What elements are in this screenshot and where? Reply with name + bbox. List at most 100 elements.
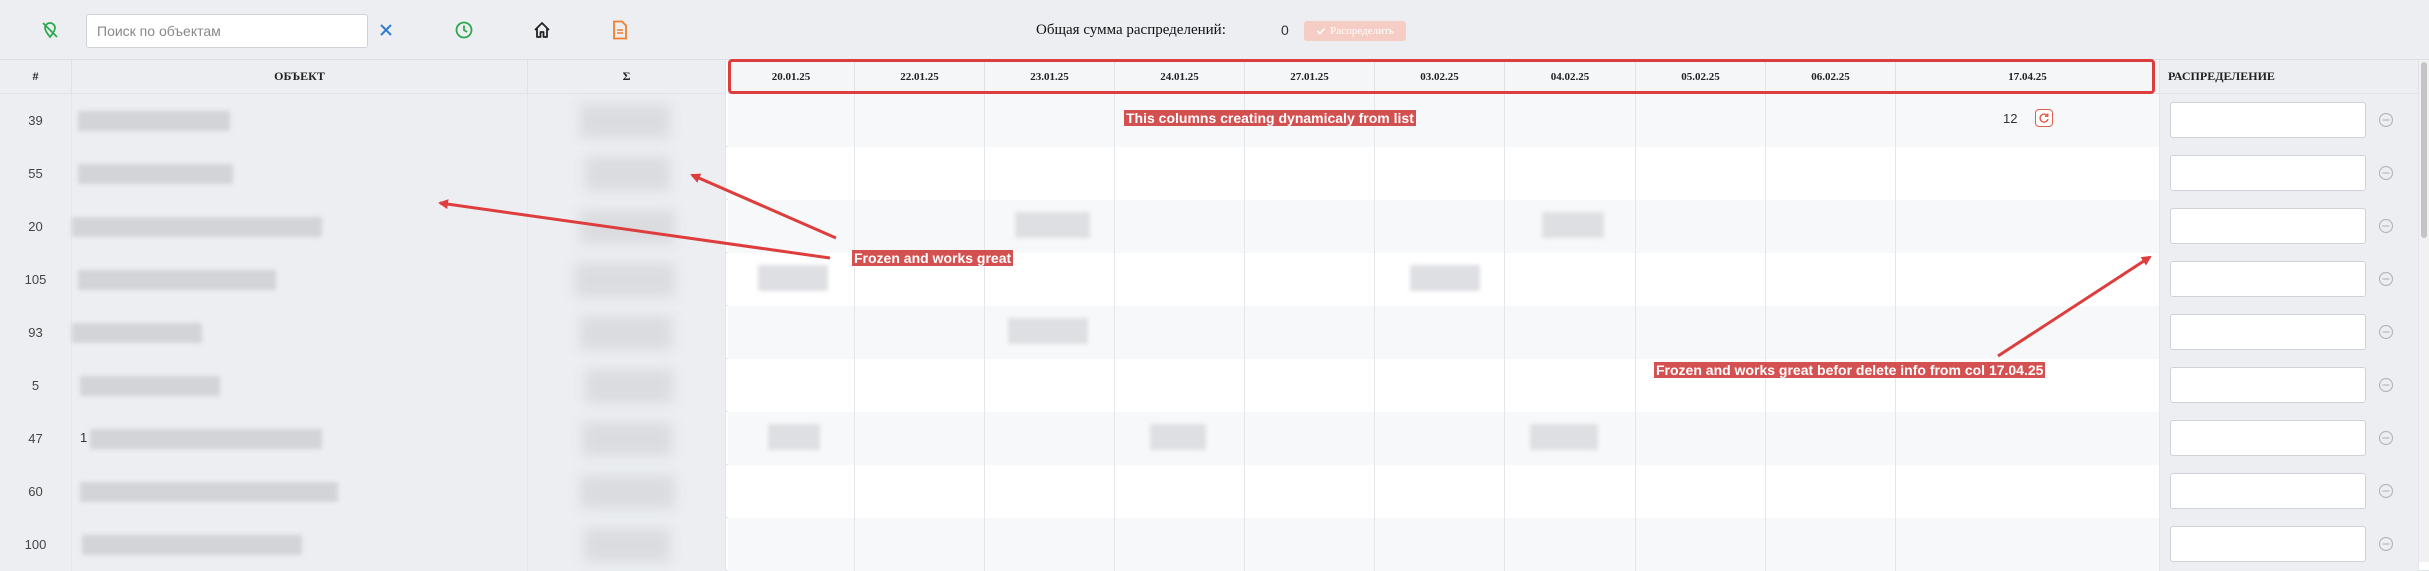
remove-circle-icon[interactable] — [2378, 165, 2394, 181]
home-icon[interactable] — [530, 18, 554, 42]
date-cell[interactable] — [1245, 147, 1375, 200]
date-cell[interactable] — [1896, 200, 2160, 253]
date-cell[interactable] — [1245, 465, 1375, 518]
date-cell[interactable] — [728, 465, 855, 518]
reset-value-icon[interactable] — [2035, 109, 2053, 127]
date-cell[interactable] — [1505, 359, 1636, 412]
date-cell[interactable] — [1896, 147, 2160, 200]
date-cell[interactable] — [855, 465, 985, 518]
map-pin-off-icon[interactable] — [38, 18, 62, 42]
date-cell[interactable] — [728, 94, 855, 147]
date-cell[interactable] — [1766, 147, 1896, 200]
date-cell[interactable] — [1636, 465, 1766, 518]
date-cell[interactable] — [1375, 359, 1505, 412]
distribution-input[interactable] — [2170, 155, 2366, 191]
date-cell[interactable] — [1766, 465, 1896, 518]
date-cell[interactable] — [1375, 200, 1505, 253]
date-cell[interactable] — [855, 518, 985, 571]
remove-circle-icon[interactable] — [2378, 324, 2394, 340]
date-cell[interactable] — [1636, 94, 1766, 147]
distribute-button[interactable]: Распределить — [1304, 21, 1406, 41]
date-cell[interactable] — [728, 147, 855, 200]
date-cell[interactable] — [1505, 94, 1636, 147]
date-cell[interactable] — [1636, 200, 1766, 253]
date-cell[interactable] — [1766, 200, 1896, 253]
date-cell[interactable] — [728, 200, 855, 253]
date-cell[interactable] — [1245, 306, 1375, 359]
table-row[interactable]: 105 — [0, 253, 2429, 306]
date-cell[interactable] — [1115, 359, 1245, 412]
date-cell[interactable] — [1375, 147, 1505, 200]
date-cell[interactable] — [1766, 412, 1896, 465]
date-cell[interactable] — [728, 359, 855, 412]
date-cell[interactable] — [1896, 518, 2160, 571]
date-cell[interactable] — [1766, 306, 1896, 359]
date-cell[interactable] — [1896, 253, 2160, 306]
table-row[interactable]: 93 — [0, 306, 2429, 359]
date-cell[interactable] — [1115, 200, 1245, 253]
date-cell[interactable] — [985, 359, 1115, 412]
table-row[interactable]: 5 — [0, 359, 2429, 412]
date-cell[interactable] — [1636, 147, 1766, 200]
remove-circle-icon[interactable] — [2378, 377, 2394, 393]
date-cell[interactable] — [1245, 518, 1375, 571]
date-cell[interactable] — [1375, 518, 1505, 571]
date-cell[interactable] — [985, 147, 1115, 200]
date-cell[interactable] — [1505, 147, 1636, 200]
date-cell[interactable] — [985, 94, 1115, 147]
date-cell[interactable] — [855, 147, 985, 200]
date-cell[interactable] — [1505, 253, 1636, 306]
date-cell[interactable] — [1245, 253, 1375, 306]
date-cell[interactable] — [1766, 253, 1896, 306]
distribution-input[interactable] — [2170, 261, 2366, 297]
remove-circle-icon[interactable] — [2378, 271, 2394, 287]
date-cell[interactable] — [855, 94, 985, 147]
remove-circle-icon[interactable] — [2378, 430, 2394, 446]
table-row[interactable]: 100 — [0, 518, 2429, 571]
table-row[interactable]: 47 1 — [0, 412, 2429, 465]
date-cell[interactable] — [1115, 306, 1245, 359]
table-row[interactable]: 60 — [0, 465, 2429, 518]
date-cell[interactable] — [985, 465, 1115, 518]
date-cell[interactable] — [1375, 465, 1505, 518]
date-cell[interactable] — [1766, 518, 1896, 571]
date-cell[interactable] — [1636, 306, 1766, 359]
date-cell[interactable] — [855, 306, 985, 359]
date-cell[interactable] — [1636, 518, 1766, 571]
date-cell[interactable] — [1636, 253, 1766, 306]
date-cell[interactable] — [1245, 200, 1375, 253]
date-cell[interactable] — [1896, 412, 2160, 465]
date-cell[interactable] — [1115, 518, 1245, 571]
distribution-input[interactable] — [2170, 526, 2366, 562]
document-icon[interactable] — [608, 18, 632, 42]
date-cell[interactable] — [1115, 147, 1245, 200]
date-cell[interactable] — [1245, 412, 1375, 465]
search-input[interactable] — [86, 14, 368, 48]
date-cell[interactable] — [985, 518, 1115, 571]
remove-circle-icon[interactable] — [2378, 218, 2394, 234]
date-cell[interactable] — [1505, 465, 1636, 518]
scrollbar-thumb[interactable] — [2421, 62, 2427, 238]
clear-search-icon[interactable] — [374, 18, 398, 42]
distribution-input[interactable] — [2170, 367, 2366, 403]
remove-circle-icon[interactable] — [2378, 536, 2394, 552]
date-cell[interactable] — [1896, 306, 2160, 359]
distribution-input[interactable] — [2170, 102, 2366, 138]
date-cell[interactable] — [728, 306, 855, 359]
date-cell[interactable] — [855, 359, 985, 412]
distribution-input[interactable] — [2170, 473, 2366, 509]
date-cell[interactable] — [1896, 94, 2160, 147]
date-cell[interactable] — [855, 412, 985, 465]
date-cell[interactable] — [985, 412, 1115, 465]
date-cell[interactable] — [1505, 306, 1636, 359]
distribution-input[interactable] — [2170, 420, 2366, 456]
date-cell[interactable] — [1245, 359, 1375, 412]
date-cell[interactable] — [855, 200, 985, 253]
distribution-input[interactable] — [2170, 314, 2366, 350]
remove-circle-icon[interactable] — [2378, 112, 2394, 128]
date-cell[interactable] — [728, 518, 855, 571]
date-cell[interactable] — [1115, 253, 1245, 306]
table-row[interactable]: 55 — [0, 147, 2429, 200]
table-row[interactable]: 20 — [0, 200, 2429, 253]
remove-circle-icon[interactable] — [2378, 483, 2394, 499]
